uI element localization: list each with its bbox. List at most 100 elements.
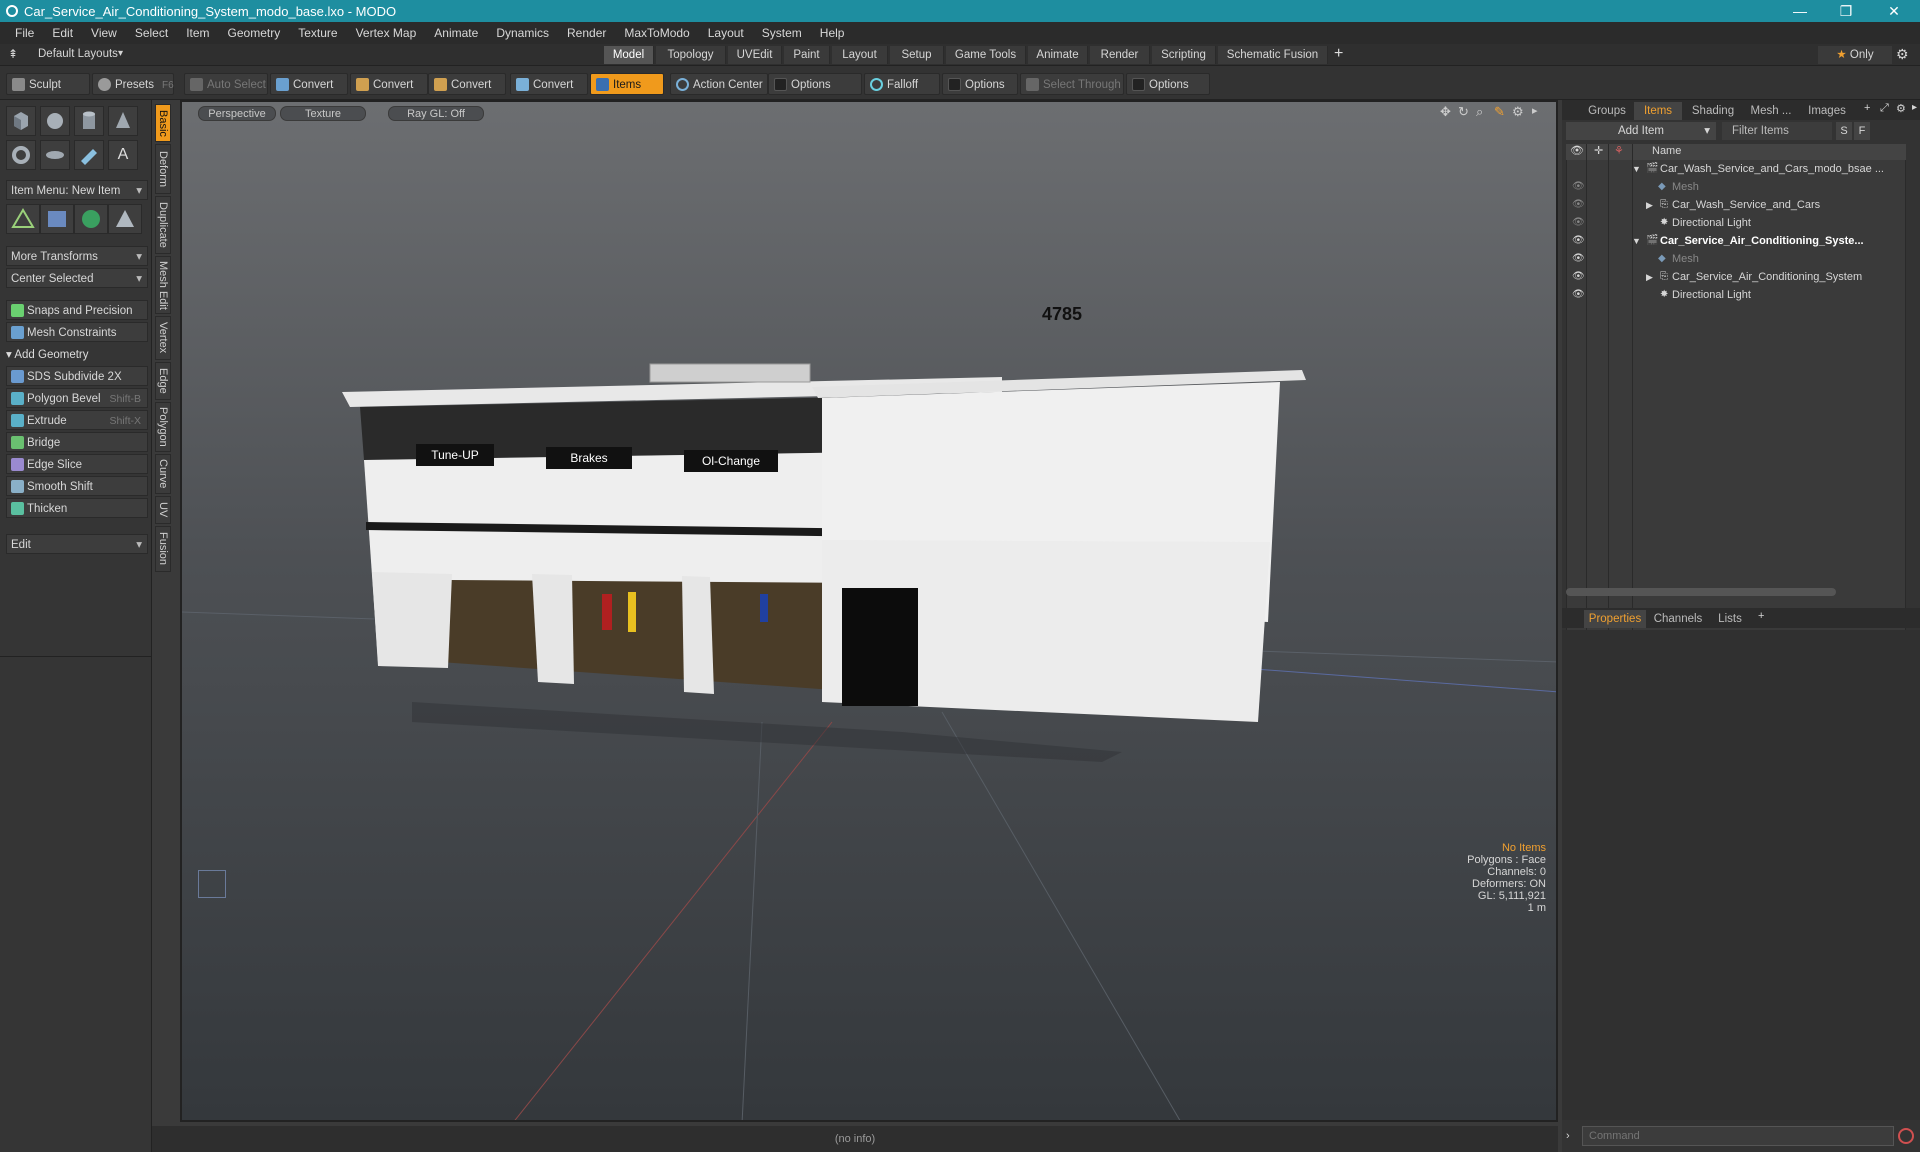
- vtab-basic[interactable]: Basic: [155, 104, 171, 142]
- select-through-button[interactable]: Select Through: [1020, 73, 1124, 95]
- tab-uvedit[interactable]: UVEdit: [728, 46, 782, 64]
- vtab-mesh-edit[interactable]: Mesh Edit: [155, 256, 171, 314]
- action-center-button[interactable]: Action Center: [670, 73, 768, 95]
- eye-icon[interactable]: 👁: [1572, 235, 1585, 246]
- sds-subdivide-button[interactable]: SDS Subdivide 2X: [6, 366, 148, 386]
- vtab-curve[interactable]: Curve: [155, 454, 171, 494]
- tree-row-group-1[interactable]: 👁 ▶ ⎘ Car_Wash_Service_and_Cars: [1566, 198, 1906, 216]
- eye-icon[interactable]: 👁: [1572, 271, 1585, 282]
- tree-horizontal-scrollbar[interactable]: [1566, 588, 1836, 596]
- panel-gear-icon[interactable]: ⚙: [1896, 102, 1906, 115]
- convert-material-button[interactable]: Convert: [510, 73, 588, 95]
- tab-model[interactable]: Model: [604, 46, 654, 64]
- tab-groups[interactable]: Groups: [1582, 102, 1632, 120]
- menu-help[interactable]: Help: [811, 26, 854, 40]
- snaps-precision-button[interactable]: Snaps and Precision: [6, 300, 148, 320]
- add-tab-icon[interactable]: +: [1334, 45, 1343, 63]
- menu-view[interactable]: View: [82, 26, 126, 40]
- tab-items[interactable]: Items: [1634, 102, 1682, 120]
- vtab-deform[interactable]: Deform: [155, 144, 171, 194]
- expand-arrow-icon[interactable]: ▼: [1632, 164, 1641, 174]
- eye-icon[interactable]: 👁: [1572, 289, 1585, 300]
- menu-vertex-map[interactable]: Vertex Map: [347, 26, 426, 40]
- menu-system[interactable]: System: [753, 26, 811, 40]
- cone-icon[interactable]: [108, 106, 138, 136]
- convert-edge-button[interactable]: Convert: [350, 73, 428, 95]
- tree-row-light-2[interactable]: 👁 ✸ Directional Light: [1566, 288, 1906, 306]
- vtab-fusion[interactable]: Fusion: [155, 526, 171, 572]
- tree-row-scene-1[interactable]: ▼ 🎬 Car_Wash_Service_and_Cars_modo_bsae …: [1566, 162, 1906, 180]
- expand-arrow-icon[interactable]: ▶: [1646, 272, 1653, 283]
- menu-layout[interactable]: Layout: [699, 26, 753, 40]
- options-button-3[interactable]: Options: [1126, 73, 1210, 95]
- tab-game-tools[interactable]: Game Tools: [946, 46, 1026, 64]
- pyramid-icon[interactable]: [108, 204, 142, 234]
- sculpt-button[interactable]: Sculpt: [6, 73, 90, 95]
- record-icon[interactable]: [1898, 1128, 1914, 1144]
- tab-layout[interactable]: Layout: [832, 46, 888, 64]
- tree-row-mesh-2[interactable]: 👁 ◆ Mesh: [1566, 252, 1906, 270]
- torus-icon[interactable]: [6, 140, 36, 170]
- tab-render[interactable]: Render: [1090, 46, 1150, 64]
- grid-icon[interactable]: [40, 204, 74, 234]
- tab-topology[interactable]: Topology: [656, 46, 726, 64]
- smooth-shift-button[interactable]: Smooth Shift: [6, 476, 148, 496]
- tree-row-light-1[interactable]: 👁 ✸ Directional Light: [1566, 216, 1906, 234]
- menu-maxtomodo[interactable]: MaxToModo: [615, 26, 698, 40]
- more-transforms-dropdown[interactable]: More Transforms: [6, 246, 148, 267]
- eye-icon[interactable]: 👁: [1572, 253, 1585, 264]
- tab-animate[interactable]: Animate: [1028, 46, 1088, 64]
- bridge-button[interactable]: Bridge: [6, 432, 148, 452]
- tree-row-group-2[interactable]: 👁 ▶ ⎘ Car_Service_Air_Conditioning_Syste…: [1566, 270, 1906, 288]
- options-button-2[interactable]: Options: [942, 73, 1018, 95]
- menu-animate[interactable]: Animate: [425, 26, 487, 40]
- globe-icon[interactable]: [74, 204, 108, 234]
- tab-properties[interactable]: Properties: [1584, 610, 1646, 628]
- expand-panel-icon[interactable]: ⤢: [1880, 102, 1889, 115]
- expand-arrow-icon[interactable]: ▶: [1646, 200, 1653, 211]
- falloff-button[interactable]: Falloff: [864, 73, 940, 95]
- tab-schematic-fusion[interactable]: Schematic Fusion: [1218, 46, 1328, 64]
- menu-dynamics[interactable]: Dynamics: [487, 26, 558, 40]
- menu-file[interactable]: File: [6, 26, 43, 40]
- pen-icon[interactable]: [74, 140, 104, 170]
- tab-mesh[interactable]: Mesh ...: [1744, 102, 1798, 120]
- filter-s-button[interactable]: S: [1836, 122, 1852, 140]
- gear-icon[interactable]: ⚙: [1896, 46, 1909, 63]
- transform-gizmo-icon[interactable]: [6, 204, 40, 234]
- vtab-vertex[interactable]: Vertex: [155, 316, 171, 360]
- expand-arrow-icon[interactable]: ▼: [1632, 236, 1641, 246]
- tab-lists[interactable]: Lists: [1710, 610, 1750, 628]
- item-menu-dropdown[interactable]: Item Menu: New Item: [6, 180, 148, 201]
- tab-paint[interactable]: Paint: [784, 46, 830, 64]
- only-toggle[interactable]: ★ Only: [1818, 46, 1892, 64]
- 3d-viewport[interactable]: Perspective Texture Ray GL: Off ✥ ↻ ⌕ ✎ …: [180, 100, 1558, 1122]
- add-tab-icon[interactable]: +: [1864, 102, 1870, 114]
- panel-menu-icon[interactable]: ▸: [1912, 102, 1917, 113]
- convert-polygon-button[interactable]: Convert: [428, 73, 506, 95]
- tab-images[interactable]: Images: [1800, 102, 1854, 120]
- vtab-uv[interactable]: UV: [155, 496, 171, 524]
- menu-select[interactable]: Select: [126, 26, 177, 40]
- add-geometry-header[interactable]: ▾ Add Geometry: [6, 346, 148, 364]
- vtab-duplicate[interactable]: Duplicate: [155, 196, 171, 254]
- extrude-button[interactable]: Extrude Shift-X: [6, 410, 148, 430]
- menu-edit[interactable]: Edit: [43, 26, 82, 40]
- text-tool-icon[interactable]: A: [108, 140, 138, 170]
- filter-items-input[interactable]: Filter Items: [1722, 122, 1832, 140]
- edge-slice-button[interactable]: Edge Slice: [6, 454, 148, 474]
- eye-icon[interactable]: 👁: [1572, 181, 1585, 192]
- sphere-icon[interactable]: [40, 106, 70, 136]
- auto-select-button[interactable]: Auto Select: [184, 73, 268, 95]
- minimize-icon[interactable]: —: [1780, 0, 1820, 22]
- menu-item[interactable]: Item: [177, 26, 218, 40]
- presets-button[interactable]: Presets F6: [92, 73, 174, 95]
- cube-icon[interactable]: [6, 106, 36, 136]
- close-icon[interactable]: ✕: [1874, 0, 1914, 22]
- vtab-edge[interactable]: Edge: [155, 362, 171, 400]
- tab-setup[interactable]: Setup: [890, 46, 944, 64]
- restore-icon[interactable]: ❐: [1826, 0, 1866, 22]
- items-mode-button[interactable]: Items: [590, 73, 664, 95]
- tree-row-scene-2[interactable]: 👁 ▼ 🎬 Car_Service_Air_Conditioning_Syste…: [1566, 234, 1906, 252]
- add-item-dropdown[interactable]: Add Item ▾: [1566, 122, 1716, 140]
